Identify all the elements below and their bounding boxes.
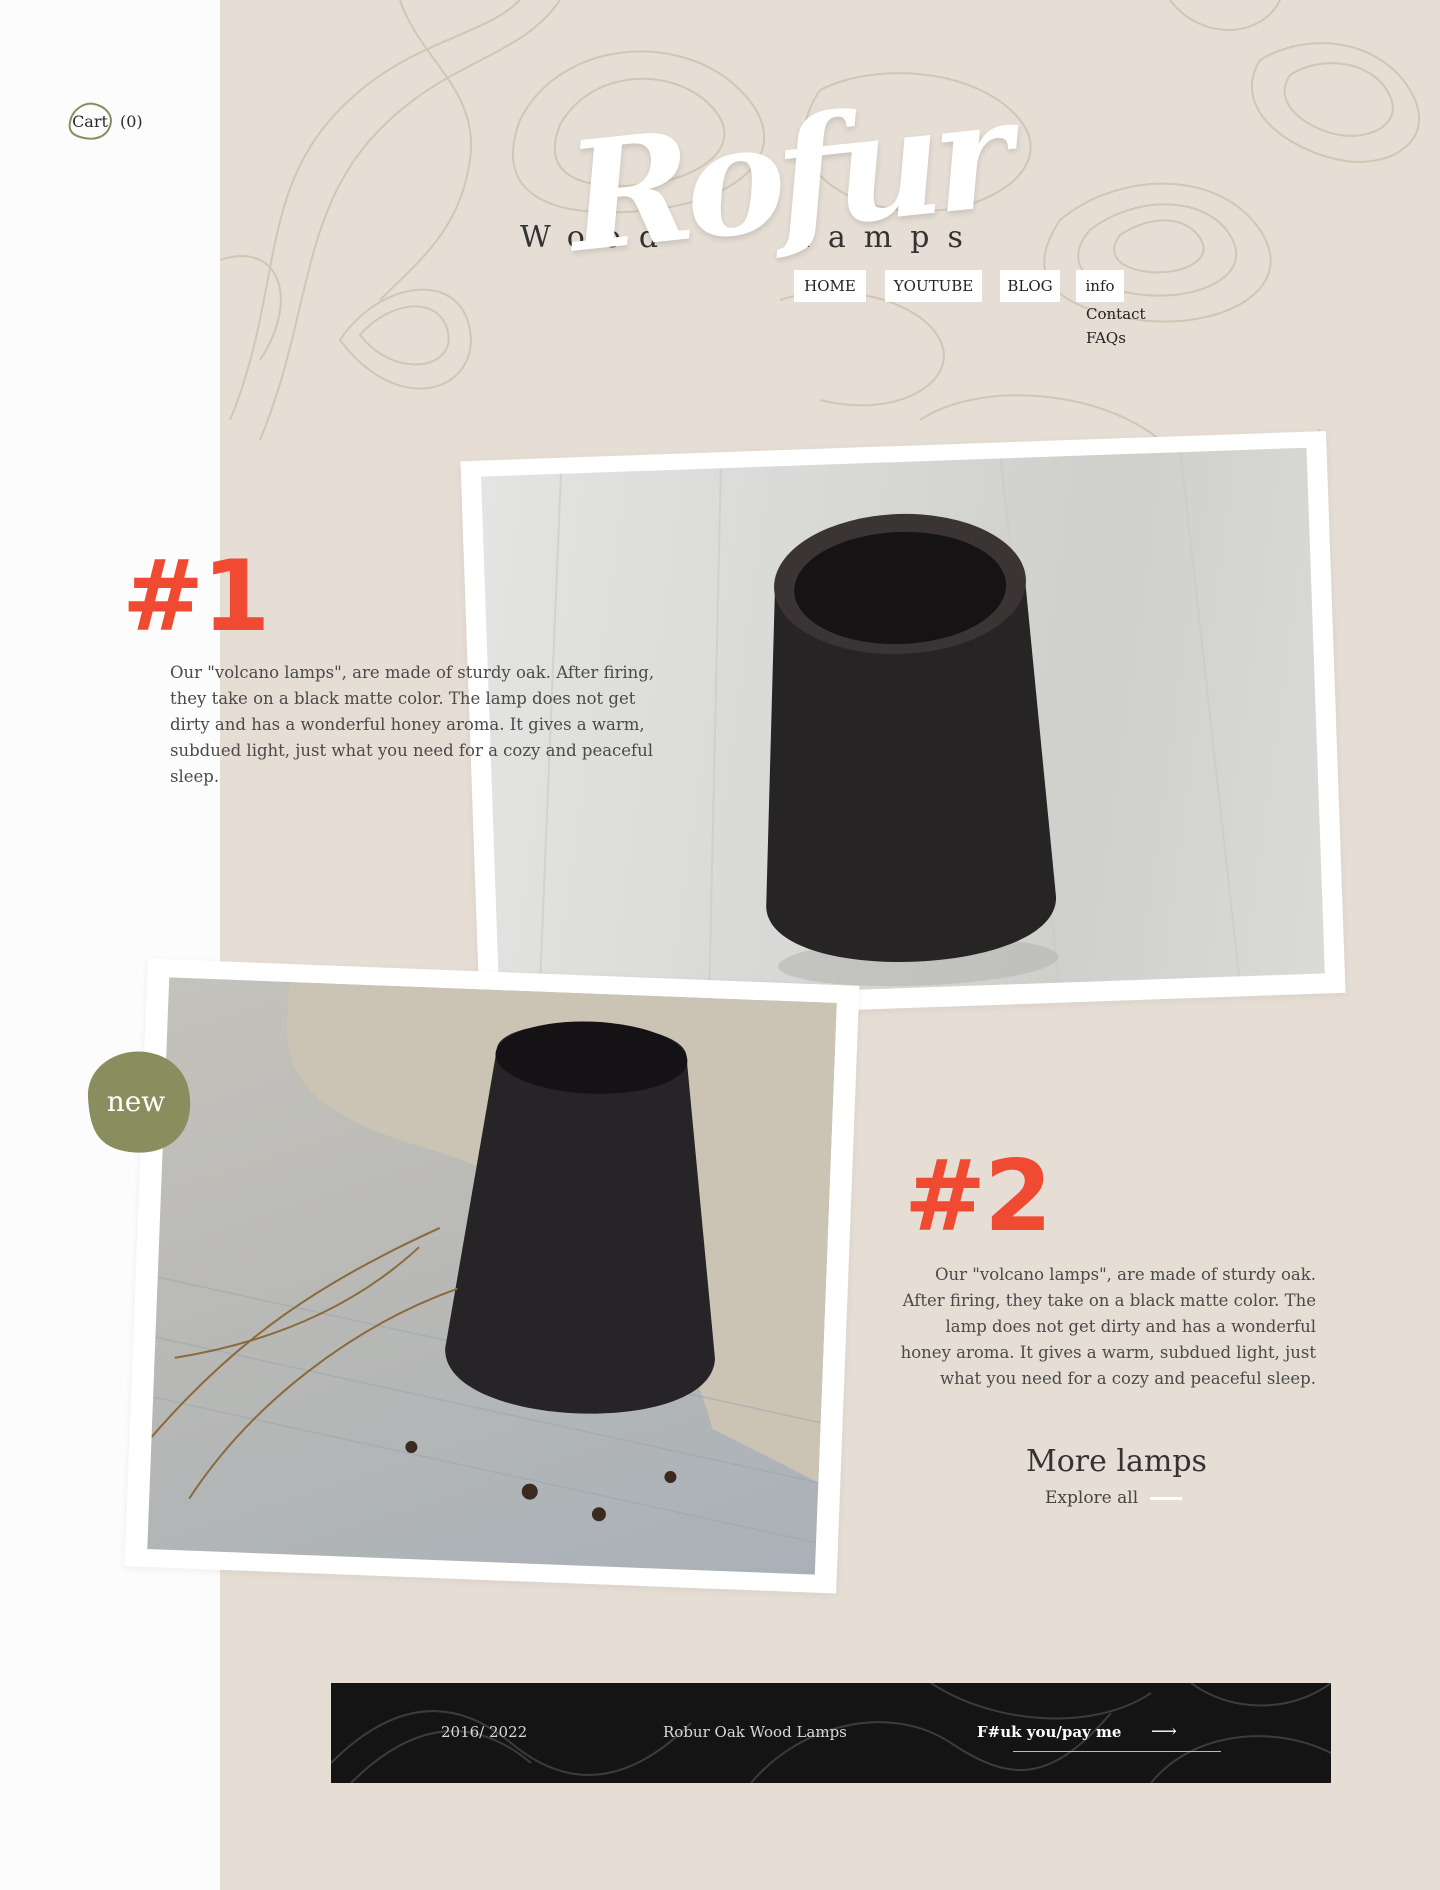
product-number-1: #1	[122, 540, 270, 654]
cart-outline: Cart	[64, 100, 116, 142]
footer-years: 2016/ 2022	[441, 1723, 528, 1741]
cart-button[interactable]: Cart (0)	[64, 100, 143, 142]
explore-all-label: Explore all	[1045, 1488, 1139, 1508]
submenu-contact[interactable]: Contact	[1086, 305, 1146, 323]
more-lamps-title: More lamps	[1026, 1444, 1207, 1479]
nav-info[interactable]: info	[1076, 270, 1124, 302]
cart-count: (0)	[120, 111, 143, 131]
new-badge: new	[78, 1046, 194, 1156]
product-description-1: Our "volcano lamps", are made of sturdy …	[170, 663, 655, 786]
product-photo-frame-2	[124, 958, 860, 1594]
product-number-2: #2	[904, 1140, 1052, 1254]
footer-cta-link[interactable]: F#uk you/pay me	[977, 1723, 1121, 1741]
footer: 2016/ 2022 Robur Oak Wood Lamps F#uk you…	[331, 1683, 1331, 1783]
explore-line	[1150, 1496, 1183, 1500]
arrow-right-icon[interactable]: ⟶	[1151, 1721, 1177, 1742]
explore-all-link[interactable]: Explore all	[1045, 1488, 1183, 1508]
nav-youtube[interactable]: YOUTUBE	[885, 270, 982, 302]
submenu-faqs[interactable]: FAQs	[1086, 329, 1126, 347]
nav-home[interactable]: HOME	[794, 270, 866, 302]
nav-blog[interactable]: BLOG	[1000, 270, 1060, 302]
product-photo-2[interactable]	[147, 977, 837, 1575]
new-badge-label: new	[106, 1084, 166, 1118]
footer-cta-underline	[1013, 1751, 1221, 1752]
product-description-2: Our "volcano lamps", are made of sturdy …	[900, 1265, 1316, 1388]
footer-brand: Robur Oak Wood Lamps	[663, 1723, 847, 1741]
cart-label: Cart	[72, 111, 108, 131]
